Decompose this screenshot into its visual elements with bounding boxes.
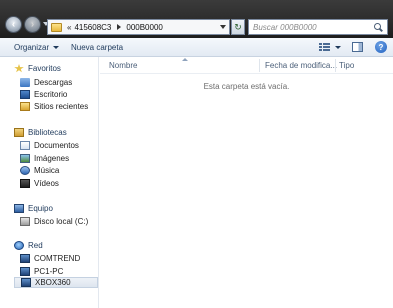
downloads-icon (20, 78, 30, 87)
nav-group-libraries[interactable]: Bibliotecas (14, 128, 67, 137)
arrow-left-icon: ‹ (11, 18, 16, 30)
help-icon[interactable]: ? (375, 41, 387, 53)
command-bar: Organizar Nueva carpeta ? (0, 38, 393, 57)
nav-item-label: COMTREND (34, 254, 81, 263)
search-icon[interactable] (374, 22, 383, 32)
view-options-icon[interactable] (319, 43, 330, 52)
nav-group-computer[interactable]: Equipo (14, 204, 53, 213)
nav-item-label: Música (34, 166, 60, 175)
breadcrumb-item[interactable]: 000B0000 (126, 23, 162, 32)
column-divider[interactable] (335, 59, 336, 72)
nav-group-label: Red (28, 241, 43, 250)
column-header-date[interactable]: Fecha de modifica... (265, 61, 337, 70)
network-computer-icon (20, 254, 30, 263)
column-header-type[interactable]: Tipo (339, 61, 354, 70)
nav-item-pc1-pc[interactable]: PC1-PC (20, 266, 63, 277)
chevron-down-icon (53, 46, 60, 49)
title-bar: ‹ › « 415608C3 000B0000 ↻ Buscar 000B000… (0, 0, 393, 38)
back-button[interactable]: ‹ (5, 16, 22, 33)
recent-places-icon (20, 102, 30, 111)
breadcrumb-item[interactable]: 415608C3 (74, 23, 111, 32)
nav-item-local-disk[interactable]: Disco local (C:) (20, 216, 88, 227)
column-headers: Nombre Fecha de modifica... Tipo (100, 57, 393, 74)
address-dropdown-icon[interactable] (220, 25, 226, 29)
desktop-icon (20, 90, 30, 99)
documents-icon (20, 141, 30, 150)
address-bar[interactable]: « 415608C3 000B0000 (47, 19, 230, 35)
network-computer-icon (20, 267, 30, 276)
arrow-right-icon: › (30, 18, 35, 30)
search-input[interactable]: Buscar 000B0000 (248, 19, 388, 35)
nav-item-label: Sitios recientes (34, 102, 89, 111)
nav-item-descargas[interactable]: Descargas (20, 77, 72, 88)
nav-item-videos[interactable]: Vídeos (20, 178, 59, 189)
star-icon (14, 64, 24, 73)
nav-item-label: Escritorio (34, 90, 68, 99)
computer-icon (14, 204, 24, 213)
nav-item-escritorio[interactable]: Escritorio (20, 89, 67, 100)
nav-group-network[interactable]: Red (14, 241, 43, 250)
network-computer-icon (21, 278, 31, 287)
file-list-pane[interactable]: Nombre Fecha de modifica... Tipo Esta ca… (100, 57, 393, 308)
network-icon (14, 241, 24, 250)
preview-pane-icon[interactable] (352, 42, 363, 52)
column-divider[interactable] (259, 59, 260, 72)
nav-item-imagenes[interactable]: Imágenes (20, 153, 69, 164)
nav-item-label: Imágenes (34, 154, 70, 163)
nav-item-xbox360[interactable]: XBOX360 (14, 277, 98, 288)
pictures-icon (20, 154, 30, 163)
nav-group-label: Bibliotecas (28, 128, 67, 137)
nav-item-label: PC1-PC (34, 267, 64, 276)
nav-item-label: Disco local (C:) (34, 217, 89, 226)
folder-icon (51, 22, 62, 32)
view-options-dropdown-icon[interactable] (335, 46, 341, 49)
videos-icon (20, 179, 30, 188)
organize-label: Organizar (14, 43, 50, 52)
organize-button[interactable]: Organizar (14, 43, 60, 52)
navigation-pane: Favoritos Descargas Escritorio Sitios re… (0, 57, 99, 308)
nav-item-comtrend[interactable]: COMTREND (20, 253, 80, 264)
refresh-button[interactable]: ↻ (231, 19, 245, 35)
sort-ascending-icon (182, 58, 188, 61)
empty-folder-message: Esta carpeta está vacía. (203, 82, 290, 91)
refresh-icon: ↻ (234, 21, 242, 32)
nav-item-sitios-recientes[interactable]: Sitios recientes (20, 101, 88, 112)
address-overflow-chevron[interactable]: « (67, 23, 71, 32)
new-folder-label: Nueva carpeta (71, 43, 124, 52)
hard-disk-icon (20, 217, 30, 226)
nav-item-label: Documentos (34, 141, 79, 150)
nav-item-label: Descargas (34, 78, 73, 87)
nav-item-musica[interactable]: Música (20, 165, 59, 176)
libraries-icon (14, 128, 24, 137)
nav-item-label: XBOX360 (35, 278, 71, 287)
forward-button[interactable]: › (24, 16, 41, 33)
column-header-name[interactable]: Nombre (109, 61, 137, 70)
nav-group-label: Favoritos (28, 64, 61, 73)
search-placeholder: Buscar 000B0000 (253, 22, 317, 32)
nav-item-label: Vídeos (34, 179, 59, 188)
breadcrumb-separator-icon[interactable] (117, 24, 122, 30)
nav-item-documentos[interactable]: Documentos (20, 140, 79, 151)
music-icon (20, 166, 30, 175)
new-folder-button[interactable]: Nueva carpeta (71, 43, 123, 52)
nav-group-label: Equipo (28, 204, 53, 213)
nav-group-favorites[interactable]: Favoritos (14, 64, 61, 73)
